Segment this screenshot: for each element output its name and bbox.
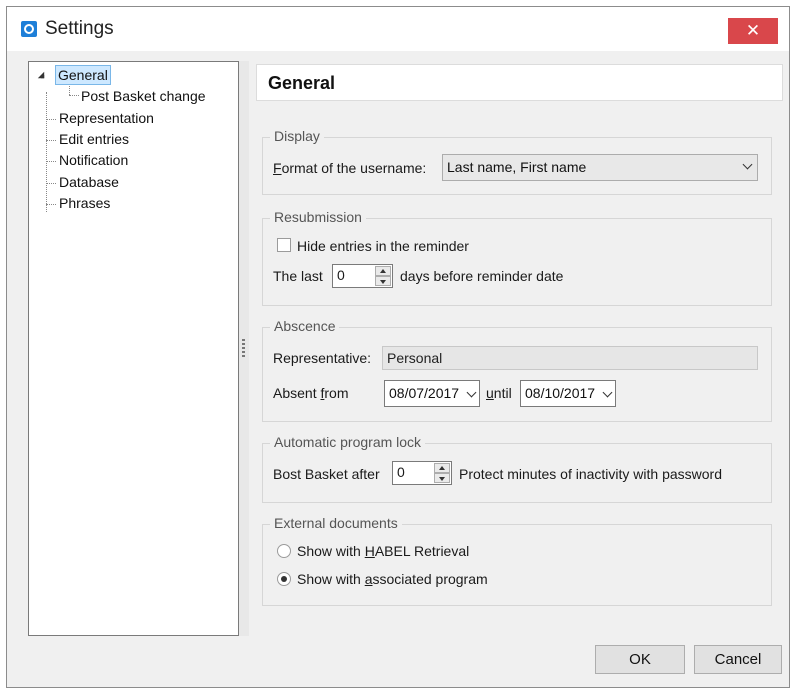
minutes-value: 0: [397, 464, 405, 480]
collapse-triangle-icon[interactable]: [37, 71, 45, 79]
chevron-down-icon: [466, 387, 477, 398]
display-legend: Display: [270, 128, 324, 144]
absence-legend: Abscence: [270, 318, 340, 334]
title-bar[interactable]: Settings ✕: [7, 7, 789, 51]
tree-item-edit-entries[interactable]: Edit entries: [59, 130, 129, 148]
tree-connector: [46, 140, 56, 141]
tree-connector: [46, 92, 47, 212]
resubmission-legend: Resubmission: [270, 209, 366, 225]
tree-connector: [46, 204, 56, 205]
lock-prefix-label: Bost Basket after: [273, 466, 380, 482]
minutes-stepper[interactable]: 0: [392, 461, 452, 485]
spin-up-icon[interactable]: [434, 463, 450, 473]
panel-splitter[interactable]: [239, 61, 249, 636]
spin-down-icon[interactable]: [434, 473, 450, 483]
absent-from-date-value: 08/07/2017: [389, 385, 460, 401]
resubmission-group: Resubmission Hide entries in the reminde…: [262, 209, 772, 306]
external-documents-group: External documents Show with HABEL Retri…: [262, 515, 772, 606]
display-group: Display Format of the username: Last nam…: [262, 128, 772, 195]
content-header: General: [256, 64, 783, 101]
tree-item-phrases[interactable]: Phrases: [59, 194, 110, 212]
absent-from-label: Absent from: [273, 385, 349, 401]
tree-item-post-basket-change[interactable]: Post Basket change: [81, 87, 206, 105]
days-stepper[interactable]: 0: [332, 264, 393, 288]
username-format-select[interactable]: Last name, First name: [442, 154, 758, 181]
close-button[interactable]: ✕: [728, 18, 778, 44]
window-title: Settings: [45, 18, 114, 39]
close-icon: ✕: [745, 21, 761, 41]
absent-from-date-picker[interactable]: 08/07/2017: [384, 380, 480, 407]
grip-icon: [242, 339, 245, 359]
representative-value: Personal: [387, 350, 443, 366]
tree-connector: [46, 161, 56, 162]
program-lock-group: Automatic program lock Bost Basket after…: [262, 434, 772, 503]
settings-window: Settings ✕ General Post Basket change Re…: [6, 6, 790, 688]
app-icon: [21, 21, 37, 37]
habel-retrieval-radio[interactable]: [277, 544, 291, 558]
the-last-label: The last: [273, 268, 323, 284]
spin-down-icon[interactable]: [375, 276, 391, 286]
hide-entries-checkbox[interactable]: [277, 238, 291, 252]
username-format-label: Format of the username:: [273, 160, 427, 176]
tree-connector: [46, 119, 56, 120]
absence-group: Abscence Representative: Personal Absent…: [262, 318, 772, 422]
external-documents-legend: External documents: [270, 515, 402, 531]
page-title: General: [268, 73, 336, 93]
associated-program-radio[interactable]: [277, 572, 291, 586]
associated-program-label: Show with associated program: [297, 571, 488, 587]
chevron-down-icon: [742, 159, 753, 170]
tree-connector: [46, 183, 56, 184]
tree-item-database[interactable]: Database: [59, 173, 119, 191]
tree-item-general[interactable]: General: [55, 65, 111, 85]
lock-suffix-label: Protect minutes of inactivity with passw…: [459, 466, 722, 482]
habel-retrieval-label: Show with HABEL Retrieval: [297, 543, 470, 559]
spin-up-icon[interactable]: [375, 266, 391, 276]
chevron-down-icon: [602, 387, 613, 398]
username-format-value: Last name, First name: [447, 159, 587, 175]
representative-field: Personal: [382, 346, 758, 370]
representative-label: Representative:: [273, 350, 372, 366]
days-suffix-label: days before reminder date: [400, 268, 564, 284]
program-lock-legend: Automatic program lock: [270, 434, 426, 450]
settings-tree[interactable]: General Post Basket change Representatio…: [28, 61, 239, 636]
tree-item-notification[interactable]: Notification: [59, 151, 128, 169]
until-date-picker[interactable]: 08/10/2017: [520, 380, 616, 407]
days-value: 0: [337, 267, 345, 283]
tree-item-representation[interactable]: Representation: [59, 109, 154, 127]
until-date-value: 08/10/2017: [525, 385, 596, 401]
tree-connector: [69, 95, 79, 96]
cancel-button[interactable]: Cancel: [694, 645, 782, 674]
ok-button[interactable]: OK: [595, 645, 685, 674]
until-label: until: [486, 385, 512, 401]
settings-content: General Display Format of the username: …: [249, 61, 790, 636]
hide-entries-label: Hide entries in the reminder: [297, 238, 469, 254]
